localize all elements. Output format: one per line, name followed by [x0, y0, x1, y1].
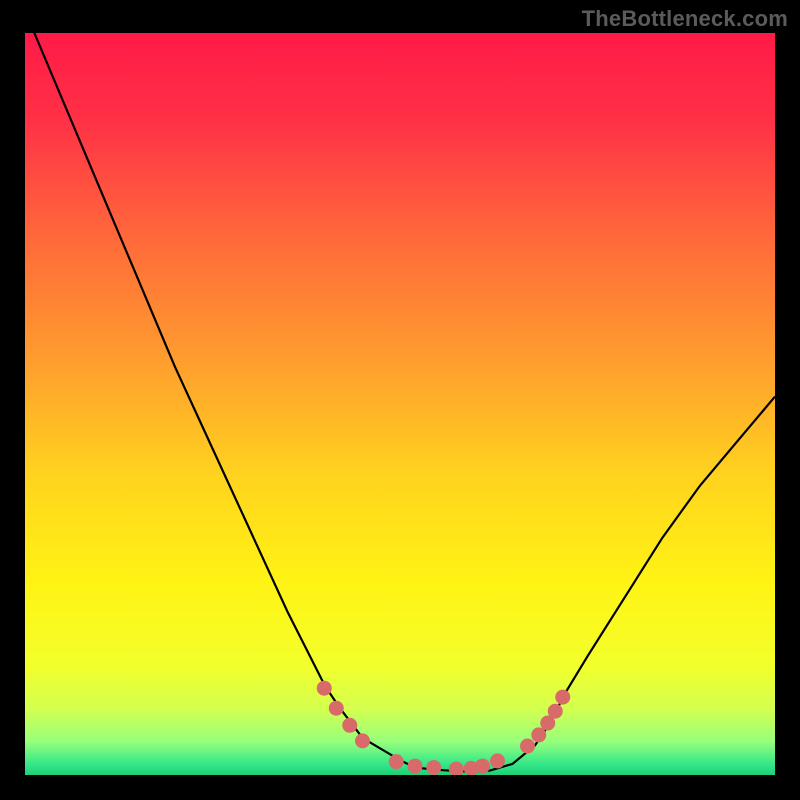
- plot-area: [25, 33, 775, 775]
- marker-dot: [475, 759, 490, 774]
- marker-dot: [490, 753, 505, 768]
- marker-dot: [342, 718, 357, 733]
- watermark-text: TheBottleneck.com: [582, 6, 788, 32]
- marker-dot: [548, 704, 563, 719]
- chart-frame: TheBottleneck.com: [0, 0, 800, 800]
- marker-dot: [520, 739, 535, 754]
- marker-dot: [355, 733, 370, 748]
- chart-svg: [25, 33, 775, 775]
- marker-dot: [531, 727, 546, 742]
- marker-dot: [555, 690, 570, 705]
- gradient-background: [25, 33, 775, 775]
- marker-dot: [426, 760, 441, 775]
- marker-dot: [408, 759, 423, 774]
- marker-dot: [329, 701, 344, 716]
- marker-dot: [389, 754, 404, 769]
- marker-dot: [317, 681, 332, 696]
